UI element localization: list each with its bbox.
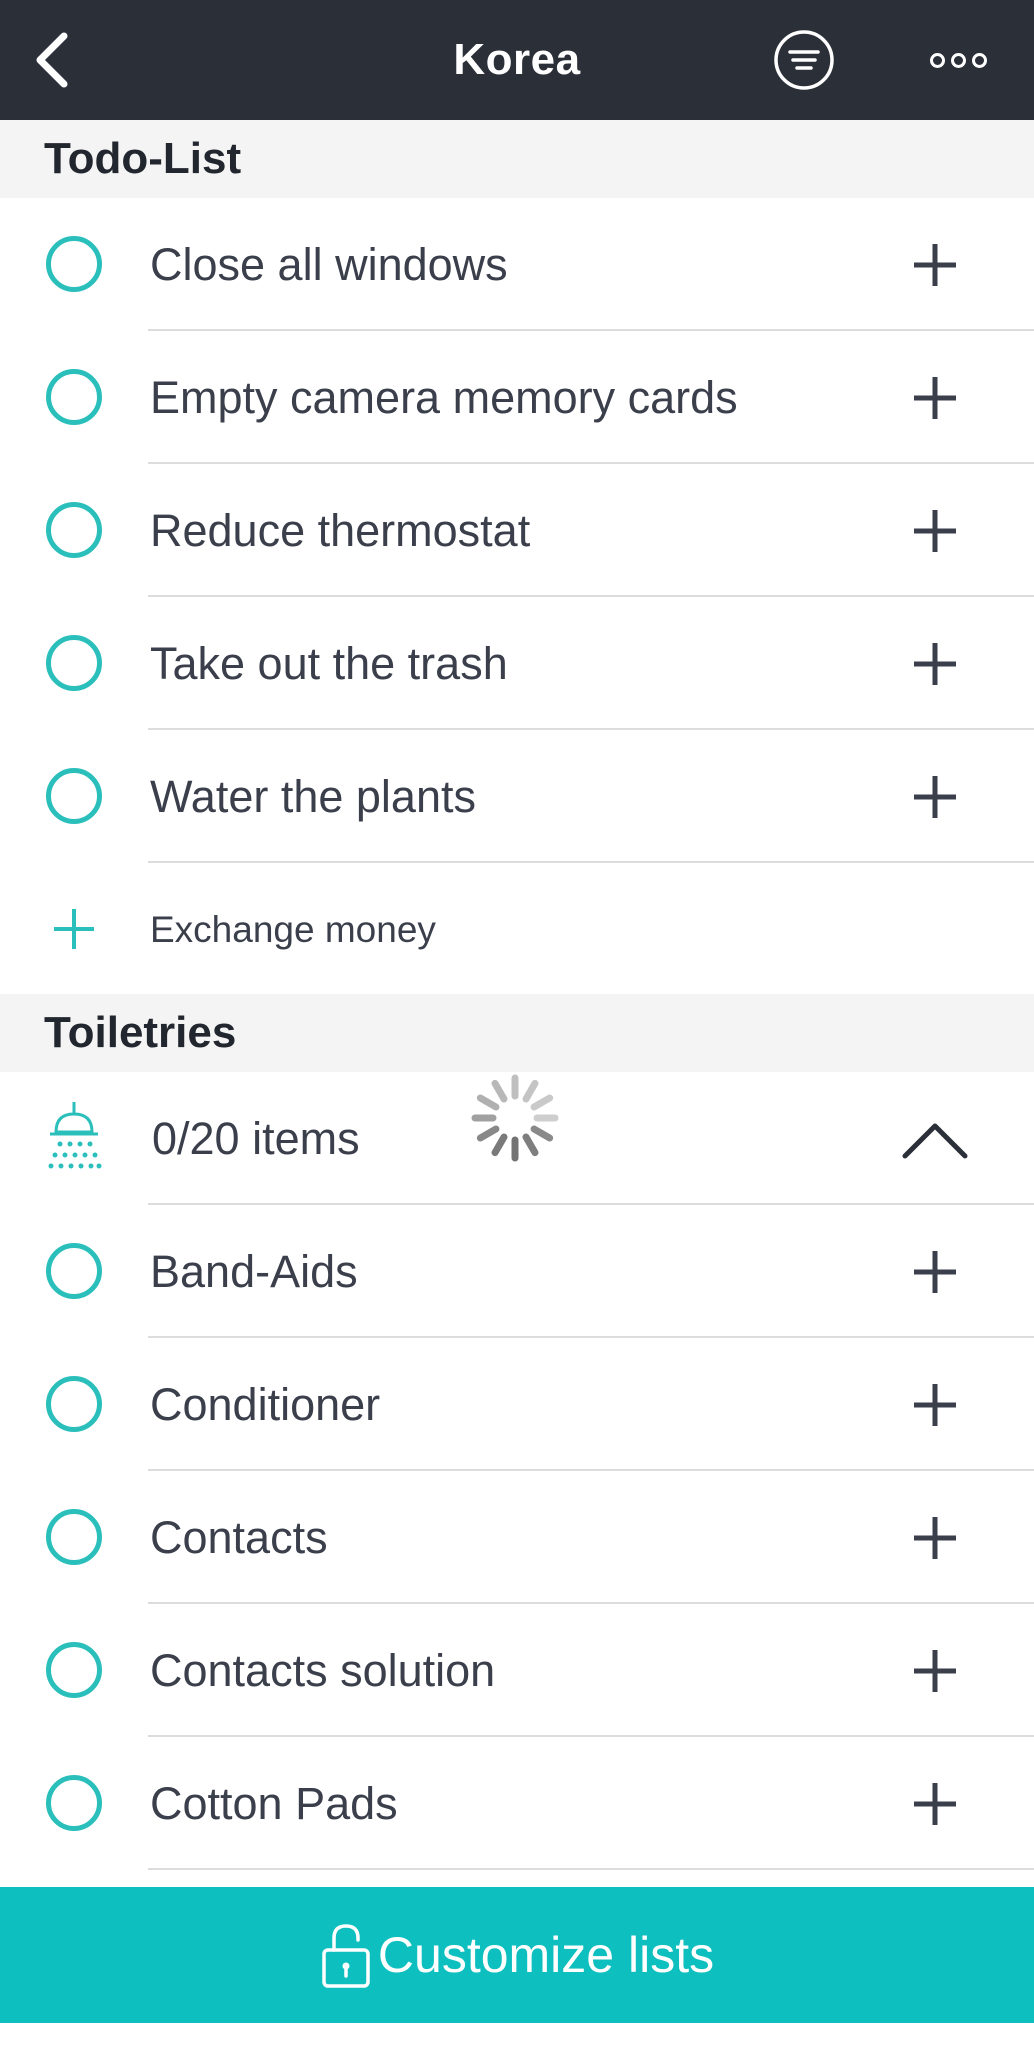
more-dots-icon	[950, 52, 966, 68]
list-item[interactable]: Contacts	[0, 1471, 1034, 1604]
checkbox[interactable]	[46, 502, 102, 558]
add-item-label: Exchange money	[150, 908, 436, 950]
plus-icon[interactable]	[908, 637, 962, 691]
item-label: Close all windows	[150, 238, 508, 290]
plus-icon[interactable]	[908, 1511, 962, 1565]
item-label: Cotton Pads	[150, 1777, 398, 1829]
plus-icon[interactable]	[908, 1644, 962, 1698]
list-item[interactable]: Band-Aids	[0, 1205, 1034, 1338]
footer-strip	[0, 2023, 1034, 2048]
section-header-toiletries: Toiletries	[0, 994, 1034, 1072]
more-options-button[interactable]	[922, 40, 994, 80]
checkbox[interactable]	[46, 1243, 102, 1299]
add-icon	[54, 909, 94, 949]
more-dots-icon	[971, 52, 987, 68]
item-label: Reduce thermostat	[150, 504, 531, 556]
item-label: Water the plants	[150, 770, 476, 822]
top-bar: Korea	[0, 0, 1034, 120]
customize-lists-label: Customize lists	[377, 1927, 715, 1983]
list-filter-icon	[774, 30, 834, 90]
list-item[interactable]: Reduce thermostat	[0, 464, 1034, 597]
customize-lists-button[interactable]: Customize lists	[0, 1887, 1034, 2023]
list-item[interactable]: Empty camera memory cards	[0, 331, 1034, 464]
list-item[interactable]: Water the plants	[0, 730, 1034, 863]
list-item[interactable]: Conditioner	[0, 1338, 1034, 1471]
divider	[148, 1868, 1034, 1870]
item-label: Contacts solution	[150, 1644, 496, 1696]
checkbox[interactable]	[46, 1509, 102, 1565]
plus-icon[interactable]	[908, 1245, 962, 1299]
chevron-up-icon[interactable]	[900, 1116, 970, 1162]
checkbox[interactable]	[46, 635, 102, 691]
item-count: 0/20 items	[152, 1112, 360, 1164]
plus-icon[interactable]	[908, 1378, 962, 1432]
shower-icon	[48, 1102, 102, 1169]
checkbox[interactable]	[46, 369, 102, 425]
checkbox[interactable]	[46, 236, 102, 292]
filter-button[interactable]	[772, 28, 836, 92]
app: Korea Todo-List Close all windows Empty …	[0, 0, 1034, 2048]
checkbox[interactable]	[46, 768, 102, 824]
item-label: Band-Aids	[150, 1245, 358, 1297]
more-dots-icon	[929, 52, 945, 68]
list-item[interactable]: Take out the trash	[0, 597, 1034, 730]
section-header-todo: Todo-List	[0, 120, 1034, 198]
item-label: Contacts	[150, 1511, 328, 1563]
checkbox[interactable]	[46, 1775, 102, 1831]
list-item[interactable]: Contacts solution	[0, 1604, 1034, 1737]
item-label: Conditioner	[150, 1378, 381, 1430]
item-label: Take out the trash	[150, 637, 508, 689]
plus-icon[interactable]	[908, 770, 962, 824]
loading-spinner-icon	[471, 1074, 559, 1162]
add-item-row[interactable]: Exchange money	[0, 863, 1034, 996]
unlock-icon	[322, 1924, 370, 1988]
page-title: Korea	[453, 35, 581, 84]
checkbox[interactable]	[46, 1642, 102, 1698]
list-item[interactable]: Cotton Pads	[0, 1737, 1034, 1870]
plus-icon[interactable]	[908, 238, 962, 292]
checkbox[interactable]	[46, 1376, 102, 1432]
plus-icon[interactable]	[908, 1777, 962, 1831]
item-label: Empty camera memory cards	[150, 371, 738, 423]
plus-icon[interactable]	[908, 504, 962, 558]
list-item[interactable]: Close all windows	[0, 198, 1034, 331]
plus-icon[interactable]	[908, 371, 962, 425]
